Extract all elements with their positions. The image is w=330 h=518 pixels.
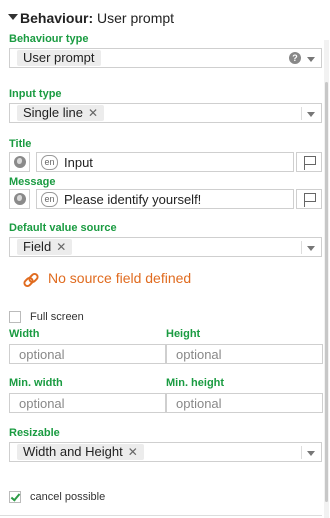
chevron-down-icon[interactable] [307,112,315,117]
behaviour-panel: Behaviour: User prompt Behaviour type Us… [0,0,330,518]
input-type-chip: Single line ✕ [17,105,105,121]
warning-text: No source field defined [48,270,192,286]
flag-icon-banner [305,156,316,165]
resizable-chip: Width and Height ✕ [17,444,144,460]
cancel-possible-label: cancel possible [30,491,106,503]
resizable-chip-text: Width and Height [23,444,123,459]
width-label: Width [9,328,40,340]
globe-icon [14,193,26,205]
behaviour-type-select[interactable]: User prompt ? [9,48,322,68]
min-height-placeholder: optional [176,396,222,411]
scrollbar-thumb[interactable] [325,82,328,502]
full-screen-label: Full screen [30,311,84,323]
remove-chip-icon[interactable]: ✕ [128,445,138,459]
select-divider [301,446,302,459]
language-badge: en [41,155,58,170]
cancel-possible-checkbox[interactable] [9,491,21,503]
default-source-label: Default value source [9,222,117,234]
input-type-chip-text: Single line [23,105,83,120]
height-placeholder: optional [176,347,222,362]
default-source-select[interactable]: Field ✕ [9,237,322,257]
help-icon[interactable]: ? [289,52,301,64]
panel-title: Behaviour: User prompt [20,10,175,26]
min-width-placeholder: optional [19,396,65,411]
remove-chip-icon[interactable]: ✕ [88,106,98,120]
message-value: Please identify yourself! [64,192,202,207]
collapse-triangle-icon[interactable] [8,14,18,20]
min-height-label: Min. height [166,377,225,389]
flag-icon-banner [305,193,316,202]
message-label: Message [9,176,56,188]
behaviour-type-chip: User prompt [17,50,101,66]
title-flag-button[interactable] [296,152,322,172]
height-label: Height [166,328,201,340]
language-badge: en [41,192,58,207]
title-input[interactable]: en Input [36,152,294,172]
default-source-chip: Field ✕ [17,239,73,255]
title-translate-button[interactable] [9,152,30,172]
globe-icon [14,156,26,168]
panel-header[interactable]: Behaviour: User prompt [0,8,330,30]
select-divider [301,241,302,254]
chevron-down-icon[interactable] [307,451,315,456]
resizable-select[interactable]: Width and Height ✕ [9,442,322,462]
message-translate-button[interactable] [9,189,30,209]
chevron-down-icon[interactable] [307,57,315,62]
width-input[interactable]: optional [9,344,166,364]
height-input[interactable]: optional [166,344,323,364]
message-flag-button[interactable] [296,189,322,209]
min-width-input[interactable]: optional [9,393,166,413]
min-height-input[interactable]: optional [166,393,323,413]
remove-chip-icon[interactable]: ✕ [56,240,66,254]
resizable-label: Resizable [9,427,60,439]
message-input[interactable]: en Please identify yourself! [36,189,294,209]
default-source-chip-text: Field [23,239,52,254]
input-type-select[interactable]: Single line ✕ [9,103,322,123]
chevron-down-icon[interactable] [307,246,315,251]
min-width-label: Min. width [9,377,63,389]
width-placeholder: optional [19,347,65,362]
full-screen-checkbox[interactable] [9,311,21,323]
select-divider [301,107,302,120]
input-type-label: Input type [9,88,62,100]
link-icon [21,271,41,289]
divider [0,515,322,516]
behaviour-type-label: Behaviour type [9,33,89,45]
title-label: Title [9,138,32,150]
title-value: Input [64,155,93,170]
